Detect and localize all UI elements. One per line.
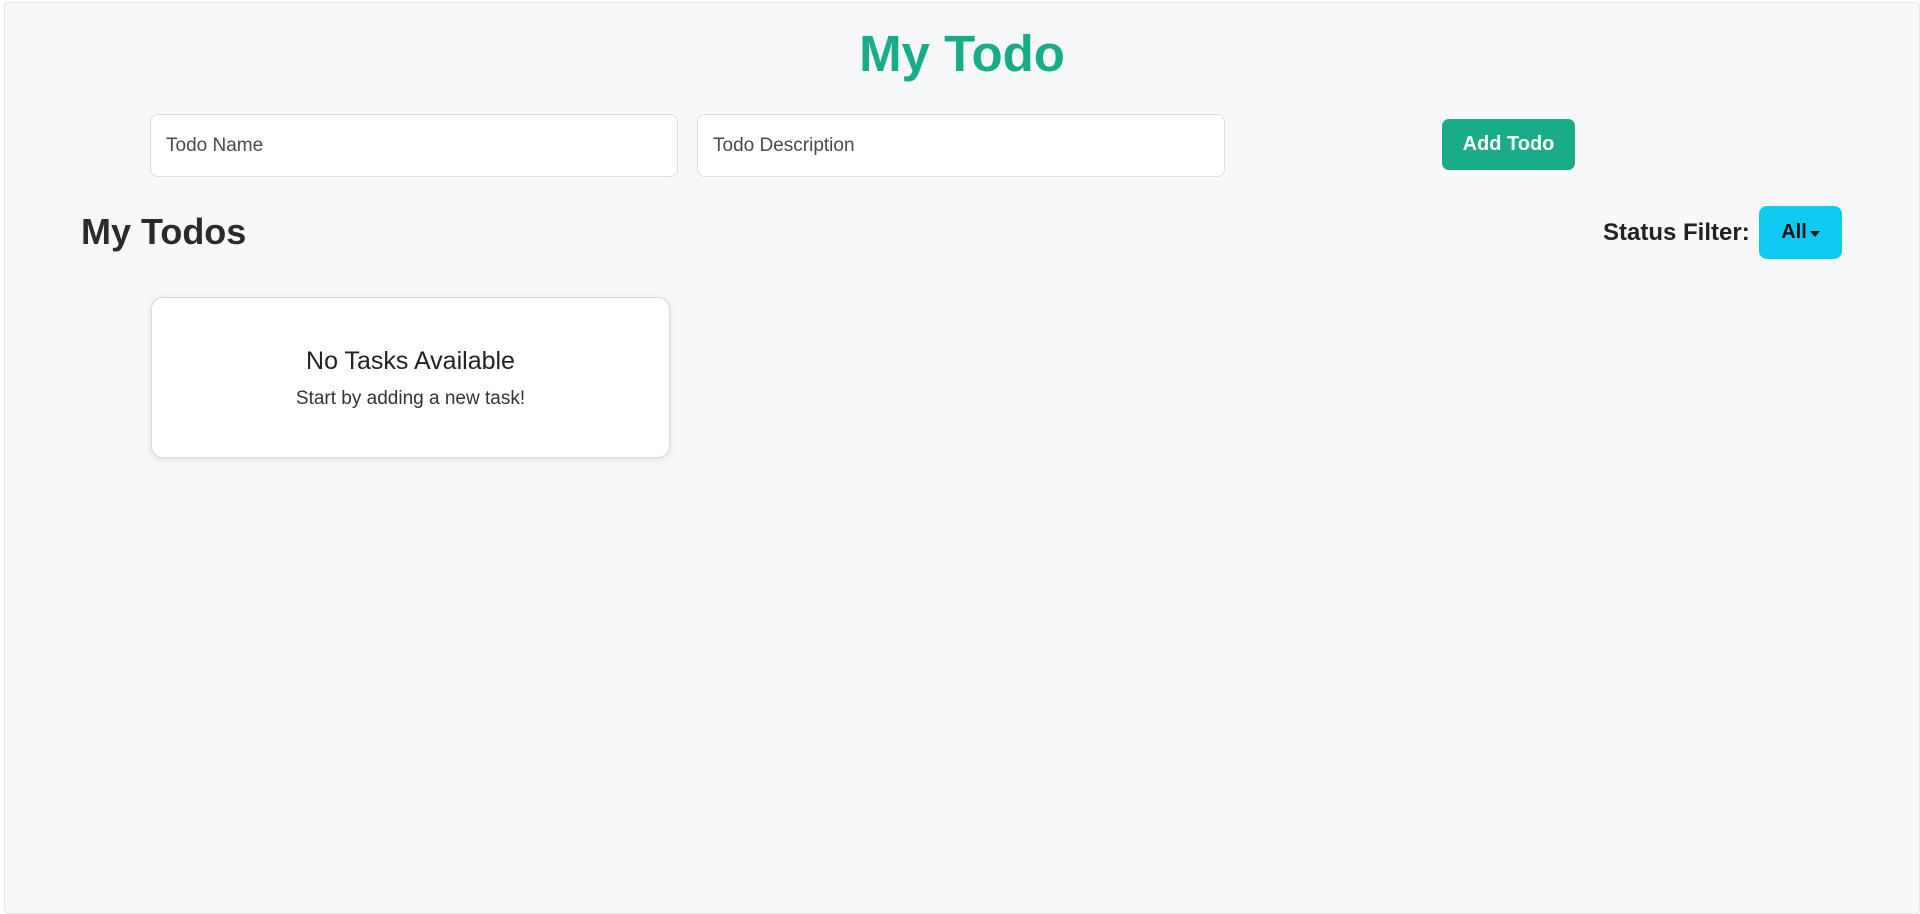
empty-state-title: No Tasks Available	[306, 347, 515, 375]
todo-name-input[interactable]	[150, 114, 678, 177]
app-container: My Todo Add Todo My Todos Status Filter:…	[4, 2, 1920, 914]
empty-state-card: No Tasks Available Start by adding a new…	[151, 297, 670, 458]
todo-description-input[interactable]	[697, 114, 1225, 177]
status-filter-value: All	[1781, 221, 1807, 243]
app-title: My Todo	[859, 25, 1065, 82]
status-filter-label: Status Filter:	[1603, 219, 1750, 246]
status-filter-dropdown[interactable]: All	[1759, 206, 1842, 259]
empty-state-message: Start by adding a new task!	[295, 388, 526, 409]
add-todo-button[interactable]: Add Todo	[1442, 119, 1575, 170]
caret-down-icon	[1809, 230, 1820, 237]
todos-heading: My Todos	[81, 211, 247, 252]
